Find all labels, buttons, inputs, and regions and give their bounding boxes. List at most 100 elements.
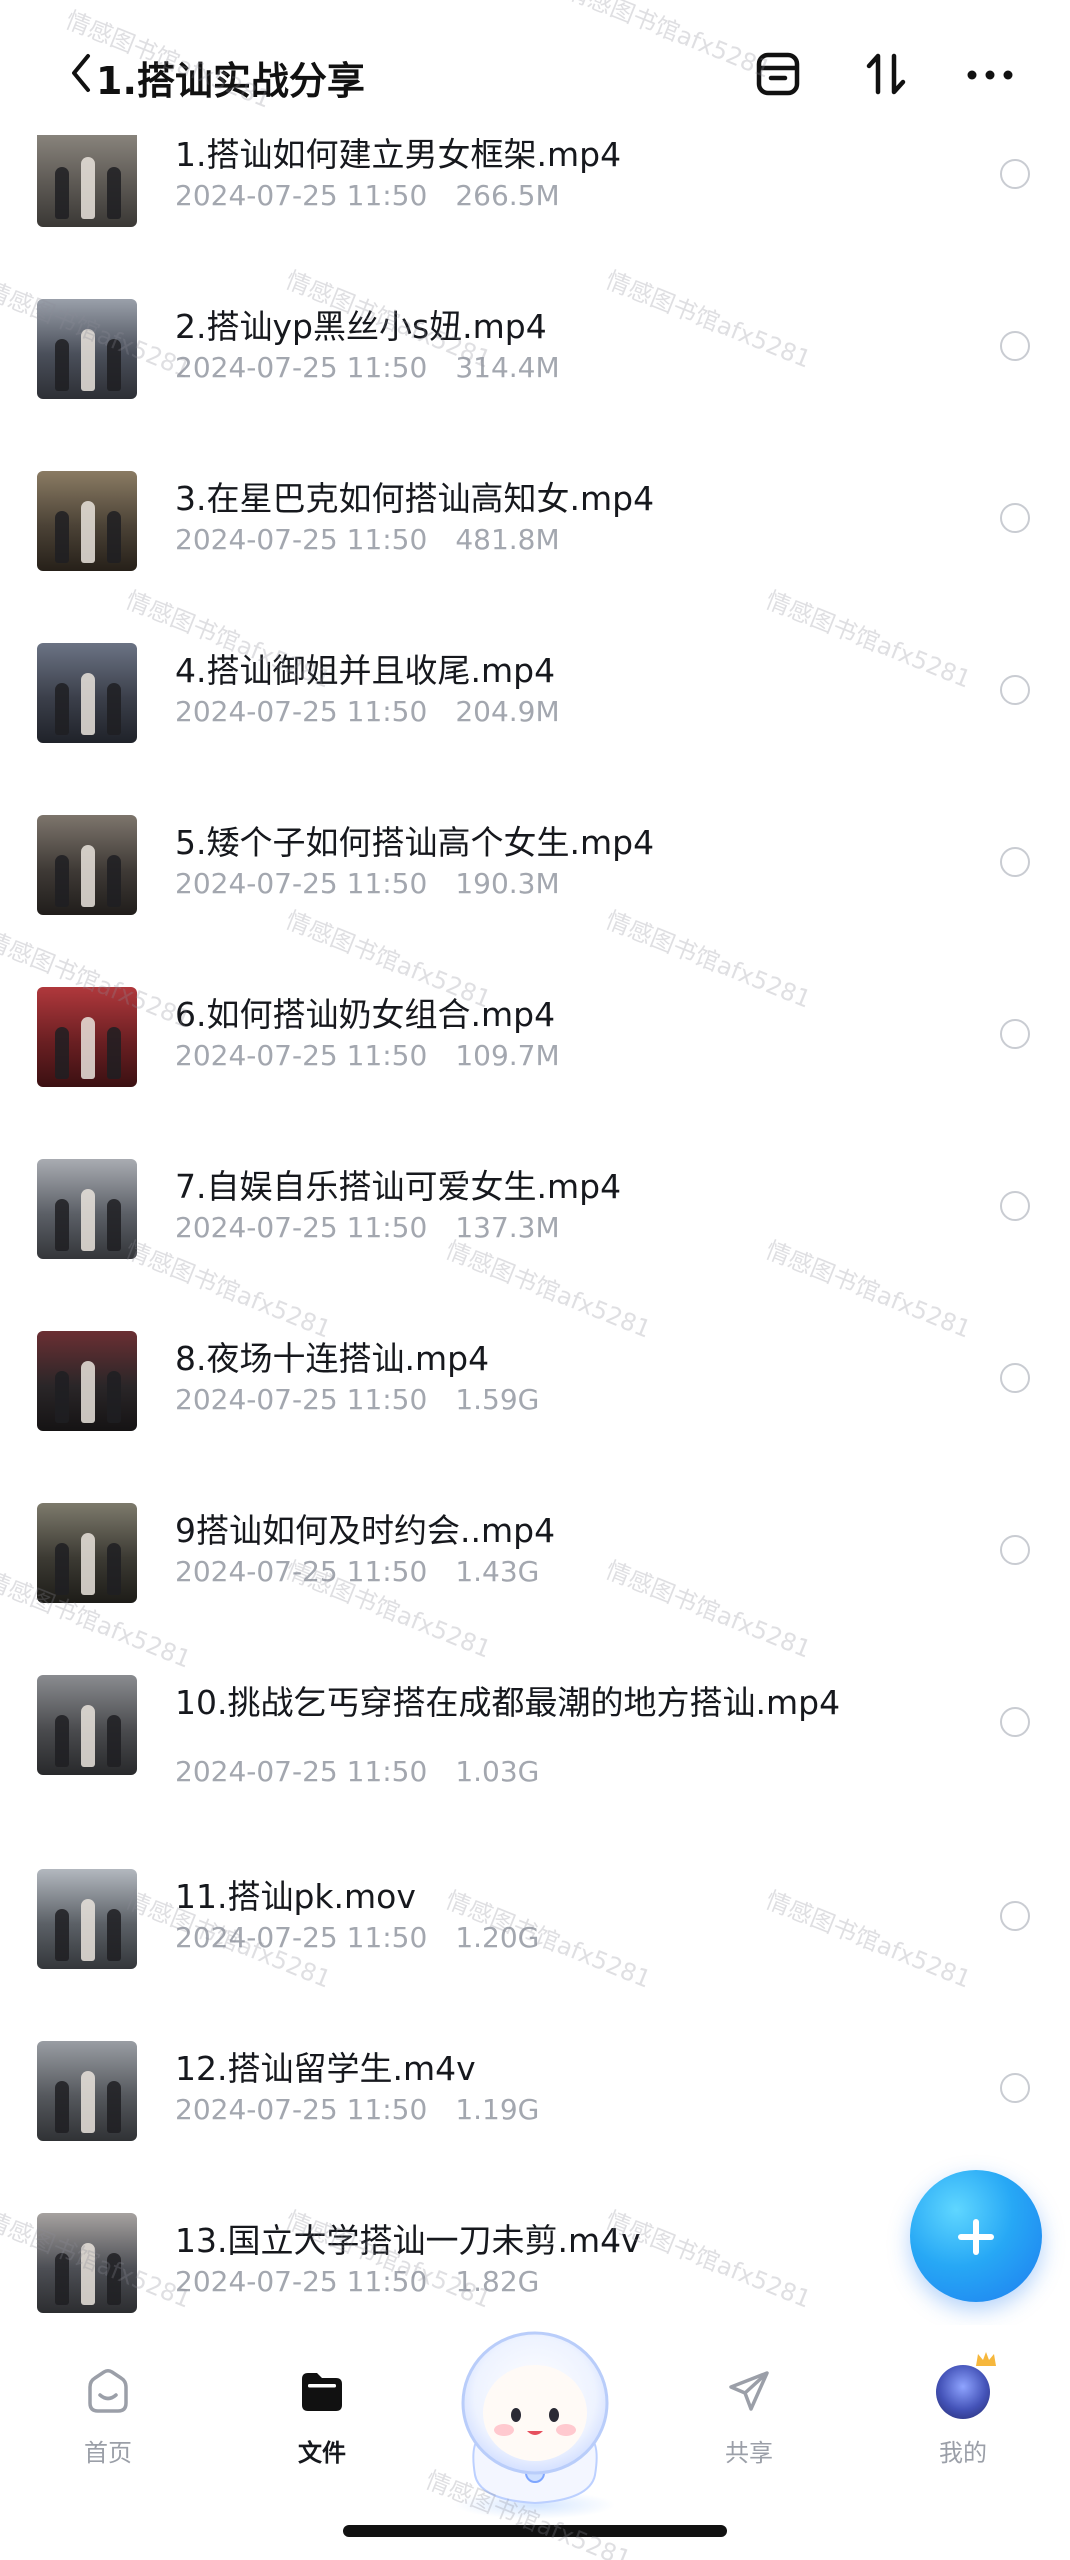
select-radio[interactable] [1000, 159, 1030, 189]
select-radio[interactable] [1000, 1707, 1030, 1737]
file-date: 2024-07-25 11:50 [175, 1211, 428, 1244]
file-meta: 2024-07-25 11:50 1.20G [175, 1921, 539, 1954]
file-name: 6.如何搭讪奶女组合.mp4 [175, 995, 556, 1034]
app-screen: 1.搭讪实战分享 1.搭讪如何建立男女框架.mp4 2024-07-25 11:5… [0, 0, 1070, 2560]
file-row[interactable]: 5.矮个子如何搭讪高个女生.mp4 2024-07-25 11:50 190.3M [0, 803, 1070, 973]
more-icon[interactable] [964, 48, 1016, 100]
select-radio[interactable] [1000, 1901, 1030, 1931]
file-date: 2024-07-25 11:50 [175, 867, 428, 900]
tab-mine[interactable]: 我的 [898, 2352, 1028, 2475]
select-radio[interactable] [1000, 1191, 1030, 1221]
select-radio[interactable] [1000, 331, 1030, 361]
page-title: 1.搭讪实战分享 [96, 59, 365, 103]
file-meta: 2024-07-25 11:50 190.3M [175, 867, 560, 900]
file-date: 2024-07-25 11:50 [175, 1755, 428, 1788]
file-name: 10.挑战乞丐穿搭在成都最潮的地方搭讪.mp4 [175, 1683, 841, 1722]
file-meta: 2024-07-25 11:50 1.03G [175, 1755, 539, 1788]
file-date: 2024-07-25 11:50 [175, 1039, 428, 1072]
file-size: 266.5M [455, 179, 560, 212]
file-name: 1.搭讪如何建立男女框架.mp4 [175, 135, 622, 174]
video-thumbnail [37, 127, 137, 227]
file-size: 109.7M [455, 1039, 560, 1072]
file-row[interactable]: 7.自娱自乐搭讪可爱女生.mp4 2024-07-25 11:50 137.3M [0, 1147, 1070, 1317]
file-name: 9搭讪如何及时约会..mp4 [175, 1511, 556, 1550]
mascot-assistant-icon[interactable] [440, 2325, 630, 2520]
video-thumbnail [37, 815, 137, 915]
file-date: 2024-07-25 11:50 [175, 1921, 428, 1954]
file-name: 5.矮个子如何搭讪高个女生.mp4 [175, 823, 655, 862]
file-size: 1.82G [455, 2265, 540, 2298]
select-radio[interactable] [1000, 1363, 1030, 1393]
video-thumbnail [37, 1503, 137, 1603]
select-radio[interactable] [1000, 1019, 1030, 1049]
file-size: 1.03G [455, 1755, 540, 1788]
top-bar: 1.搭讪实战分享 [0, 0, 1070, 135]
file-row[interactable]: 3.在星巴克如何搭讪高知女.mp4 2024-07-25 11:50 481.8M [0, 459, 1070, 629]
video-thumbnail [37, 1159, 137, 1259]
file-row[interactable]: 11.搭讪pk.mov 2024-07-25 11:50 1.20G [0, 1857, 1070, 2027]
tab-home[interactable]: 首页 [43, 2365, 173, 2475]
video-thumbnail [37, 2213, 137, 2313]
send-icon [723, 2365, 775, 2417]
tab-files[interactable]: 文件 [257, 2365, 387, 2475]
file-name: 4.搭讪御姐并且收尾.mp4 [175, 651, 556, 690]
video-thumbnail [37, 1869, 137, 1969]
file-size: 190.3M [455, 867, 560, 900]
file-size: 1.59G [455, 1383, 540, 1416]
home-icon [82, 2365, 134, 2417]
file-row[interactable]: 1.搭讪如何建立男女框架.mp4 2024-07-25 11:50 266.5M [0, 115, 1070, 285]
select-radio[interactable] [1000, 2073, 1030, 2103]
folder-icon [296, 2365, 348, 2417]
video-thumbnail [37, 471, 137, 571]
file-meta: 2024-07-25 11:50 481.8M [175, 523, 560, 556]
select-radio[interactable] [1000, 503, 1030, 533]
file-size: 204.9M [455, 695, 560, 728]
file-row[interactable]: 6.如何搭讪奶女组合.mp4 2024-07-25 11:50 109.7M [0, 975, 1070, 1145]
tab-share-label: 共享 [725, 2439, 773, 2467]
file-date: 2024-07-25 11:50 [175, 2093, 428, 2126]
tab-share[interactable]: 共享 [684, 2365, 814, 2475]
file-meta: 2024-07-25 11:50 1.43G [175, 1555, 539, 1588]
file-meta: 2024-07-25 11:50 266.5M [175, 179, 560, 212]
file-row[interactable]: 4.搭讪御姐并且收尾.mp4 2024-07-25 11:50 204.9M [0, 631, 1070, 801]
video-thumbnail [37, 1331, 137, 1431]
sort-icon[interactable] [860, 48, 912, 100]
file-name: 11.搭讪pk.mov [175, 1877, 416, 1916]
video-thumbnail [37, 2041, 137, 2141]
file-meta: 2024-07-25 11:50 1.82G [175, 2265, 539, 2298]
file-row[interactable]: 10.挑战乞丐穿搭在成都最潮的地方搭讪.mp4 2024-07-25 11:50 1… [0, 1663, 1070, 1833]
file-date: 2024-07-25 11:50 [175, 2265, 428, 2298]
file-name: 8.夜场十连搭讪.mp4 [175, 1339, 490, 1378]
file-size: 137.3M [455, 1211, 560, 1244]
file-row[interactable]: 2.搭讪yp黑丝小s妞.mp4 2024-07-25 11:50 314.4M [0, 287, 1070, 457]
tab-mine-label: 我的 [939, 2439, 987, 2467]
file-date: 2024-07-25 11:50 [175, 523, 428, 556]
select-radio[interactable] [1000, 1535, 1030, 1565]
home-indicator [343, 2525, 727, 2537]
file-row[interactable]: 8.夜场十连搭讪.mp4 2024-07-25 11:50 1.59G [0, 1319, 1070, 1489]
file-row[interactable]: 12.搭讪留学生.m4v 2024-07-25 11:50 1.19G [0, 2029, 1070, 2199]
file-row[interactable]: 9搭讪如何及时约会..mp4 2024-07-25 11:50 1.43G [0, 1491, 1070, 1661]
file-date: 2024-07-25 11:50 [175, 351, 428, 384]
back-chevron-icon[interactable] [64, 48, 100, 98]
file-meta: 2024-07-25 11:50 137.3M [175, 1211, 560, 1244]
file-name: 3.在星巴克如何搭讪高知女.mp4 [175, 479, 655, 518]
file-date: 2024-07-25 11:50 [175, 1383, 428, 1416]
file-size: 1.19G [455, 2093, 540, 2126]
crown-icon [976, 2352, 996, 2366]
tab-files-label: 文件 [298, 2439, 346, 2467]
add-button[interactable] [910, 2170, 1042, 2302]
select-radio[interactable] [1000, 847, 1030, 877]
file-date: 2024-07-25 11:50 [175, 695, 428, 728]
archive-box-icon[interactable] [752, 48, 804, 100]
video-thumbnail [37, 987, 137, 1087]
file-size: 1.43G [455, 1555, 540, 1588]
file-meta: 2024-07-25 11:50 109.7M [175, 1039, 560, 1072]
file-size: 1.20G [455, 1921, 540, 1954]
file-date: 2024-07-25 11:50 [175, 179, 428, 212]
avatar [936, 2365, 990, 2419]
file-name: 7.自娱自乐搭讪可爱女生.mp4 [175, 1167, 622, 1206]
video-thumbnail [37, 643, 137, 743]
video-thumbnail [37, 299, 137, 399]
select-radio[interactable] [1000, 675, 1030, 705]
